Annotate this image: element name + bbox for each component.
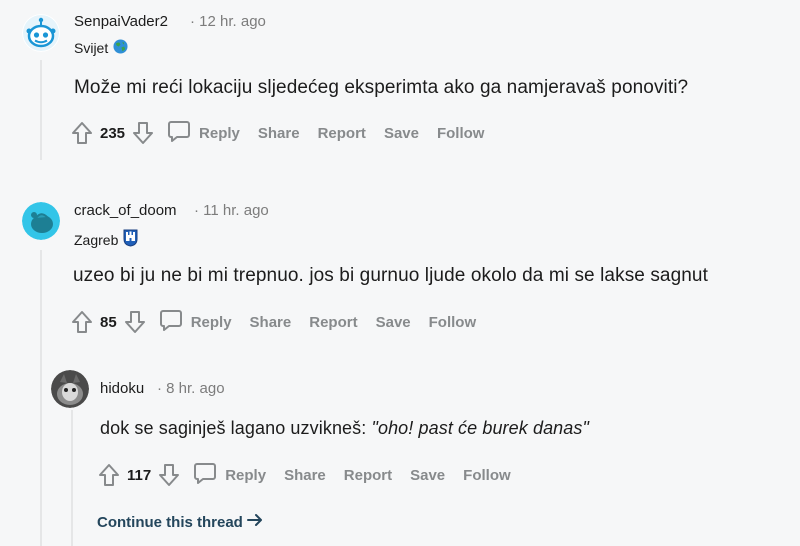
save-button[interactable]: Save [410,467,445,484]
comment-bubble-icon [167,119,191,147]
vote-score: 85 [100,313,117,331]
report-button[interactable]: Report [344,467,392,484]
share-button[interactable]: Share [284,467,326,484]
thread-line-1[interactable] [40,60,42,160]
report-button[interactable]: Report [318,125,366,142]
reply-button[interactable]: Reply [193,461,266,489]
upvote-icon[interactable] [70,120,94,146]
flair-label: Svijet [74,40,109,56]
user-flair: Zagreb [74,229,138,250]
zagreb-coat-of-arms-icon [123,229,138,250]
vote-score: 235 [100,124,126,142]
comment-body: uzeo bi ju ne bi mi trepnuo. jos bi gurn… [73,265,708,286]
arrow-right-icon [246,513,263,531]
vote-score: 117 [127,466,152,484]
upvote-icon[interactable] [70,309,94,335]
report-button[interactable]: Report [309,314,357,331]
globe-icon [113,39,128,57]
comment-actions: 85 Reply Share Report Save Follow [70,307,476,337]
save-button[interactable]: Save [376,314,411,331]
reply-button[interactable]: Reply [167,119,240,147]
comment-actions: 117 Reply Share Report Save Follow [97,460,511,490]
thread-line-3[interactable] [71,410,73,546]
avatar[interactable] [22,14,60,52]
follow-button[interactable]: Follow [437,125,485,142]
save-button[interactable]: Save [384,125,419,142]
share-button[interactable]: Share [250,314,292,331]
comment-actions: 235 Reply Share Report Save Follow [70,118,484,148]
follow-button[interactable]: Follow [463,467,511,484]
flair-label: Zagreb [74,231,119,248]
downvote-icon[interactable] [157,462,181,488]
reply-label: Reply [225,466,267,484]
comment-body: dok se saginješ lagano uzvikneš: "oho! p… [100,418,589,439]
continue-thread-label: Continue this thread [97,513,243,531]
username[interactable]: crack_of_doom [74,202,177,219]
follow-button[interactable]: Follow [429,314,477,331]
share-button[interactable]: Share [258,125,300,142]
comment-bubble-icon [193,461,217,489]
reply-label: Reply [199,124,240,142]
timestamp[interactable]: · 8 hr. ago [157,380,225,397]
comment-body-quote: "oho! past će burek danas" [371,418,589,438]
upvote-icon[interactable] [97,462,121,488]
reply-button[interactable]: Reply [159,308,232,336]
comment-bubble-icon [159,308,183,336]
avatar[interactable] [51,370,89,408]
reply-label: Reply [190,313,232,331]
thread-line-2[interactable] [40,250,42,546]
username[interactable]: hidoku [100,380,144,397]
downvote-icon[interactable] [123,309,147,335]
timestamp[interactable]: · 12 hr. ago [190,13,266,30]
avatar[interactable] [22,202,60,240]
continue-thread-link[interactable]: Continue this thread [97,513,263,531]
downvote-icon[interactable] [131,120,155,146]
comment-body: Može mi reći lokaciju sljedećeg eksperim… [74,77,689,98]
user-flair: Svijet [74,39,128,57]
username[interactable]: SenpaiVader2 [74,13,168,30]
comment-body-text: dok se saginješ lagano uzvikneš: [100,418,372,438]
timestamp[interactable]: · 11 hr. ago [194,202,269,219]
